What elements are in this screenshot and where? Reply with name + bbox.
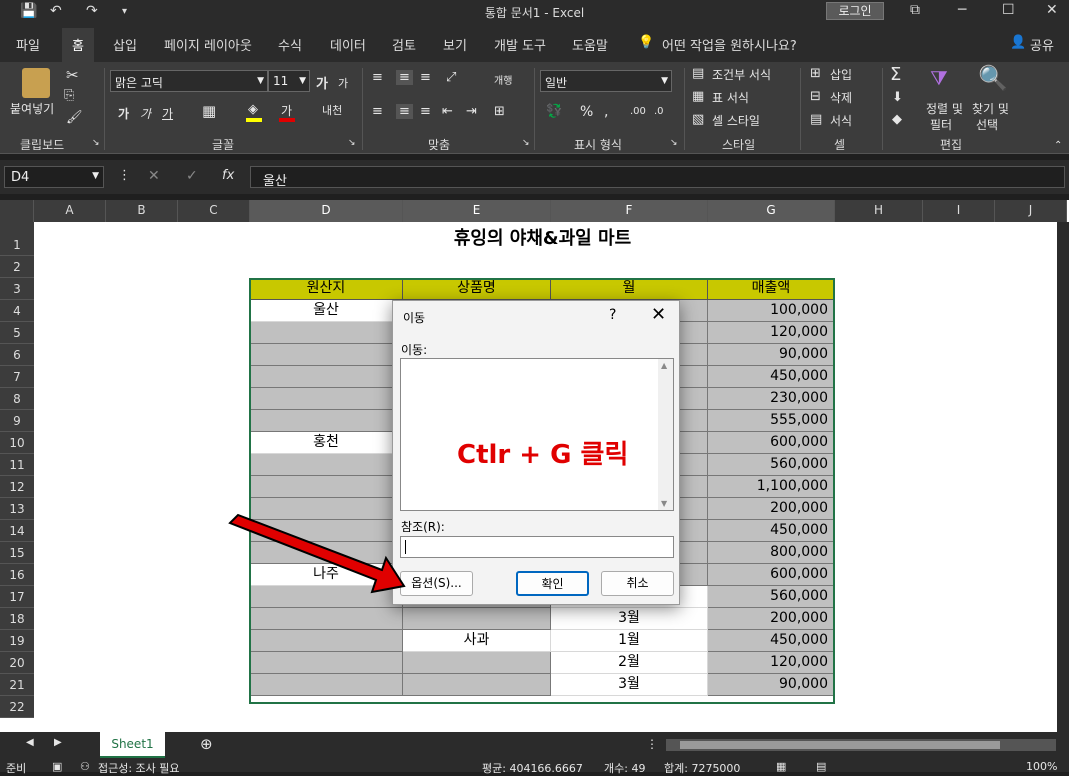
arrow-shape — [228, 513, 406, 594]
next-sheet-icon[interactable]: ▶ — [54, 737, 62, 748]
accessibility-status[interactable]: 접근성: 조사 필요 — [98, 760, 180, 776]
sheet-tab-sheet1[interactable]: Sheet1 — [100, 732, 165, 758]
zoom-level[interactable]: 100% — [1026, 760, 1057, 773]
status-average: 평균: 404166.6667 — [482, 762, 583, 775]
status-bar: 준비 ▣ ⚇ 접근성: 조사 필요 평균: 404166.6667 개수: 49… — [0, 758, 1069, 775]
page-layout-icon[interactable]: ▤ — [816, 760, 826, 773]
annotation-arrow — [228, 513, 406, 594]
normal-view-icon[interactable]: ▦ — [776, 760, 786, 773]
scrollbar-thumb[interactable] — [680, 741, 1000, 749]
sheet-tab-bar: ◀ ▶ Sheet1 ⊕ ⋮ — [0, 732, 1069, 758]
macro-icon[interactable]: ▣ — [52, 760, 62, 773]
prev-sheet-icon[interactable]: ◀ — [26, 737, 34, 748]
horizontal-scrollbar[interactable] — [666, 739, 1056, 751]
status-count: 개수: 49 — [604, 762, 646, 775]
add-sheet-icon[interactable]: ⊕ — [200, 735, 213, 753]
status-sum: 합계: 7275000 — [664, 762, 741, 775]
status-ready: 준비 — [6, 762, 27, 775]
accessibility-icon: ⚇ — [80, 760, 90, 773]
tab-splitter-icon[interactable]: ⋮ — [646, 737, 658, 751]
